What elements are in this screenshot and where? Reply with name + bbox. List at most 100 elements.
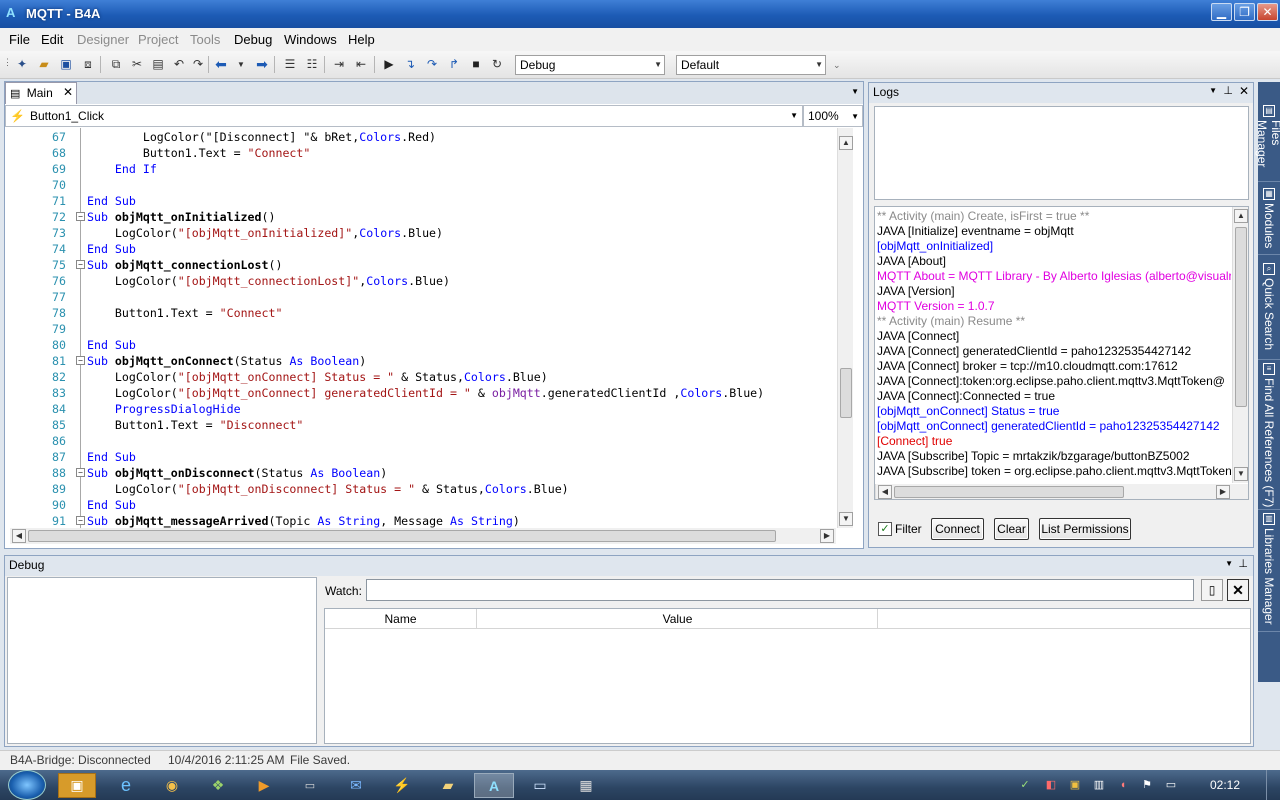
close-button[interactable]: ✕ — [1257, 3, 1278, 21]
command-prompt-icon[interactable]: ▭ — [290, 773, 330, 798]
start-button[interactable] — [8, 770, 46, 800]
code-line[interactable]: 83 LogColor("[objMqtt_onConnect] generat… — [8, 385, 836, 401]
tray-volume-icon[interactable]: ◖ — [1116, 778, 1130, 792]
code-line[interactable]: 81 − Sub objMqtt_onConnect(Status As Boole… — [8, 353, 836, 369]
minimize-button[interactable]: ▁ — [1211, 3, 1232, 21]
log-entry[interactable]: JAVA [Subscribe] Topic = mrtakzik/bzgara… — [877, 449, 1190, 464]
log-entry[interactable]: JAVA [Connect] broker = tcp://m10.cloudm… — [877, 359, 1178, 374]
clipboard-icon[interactable]: ▯ — [1201, 579, 1223, 601]
scroll-thumb[interactable] — [894, 486, 1124, 498]
save-icon[interactable]: ▣ — [58, 56, 74, 72]
code-line[interactable]: 79 — [8, 321, 836, 337]
taskbar-clock[interactable]: 02:12 — [1210, 778, 1240, 792]
run-icon[interactable]: ▶ — [381, 56, 397, 72]
indent-icon[interactable]: ⇥ — [331, 56, 347, 72]
log-entry[interactable]: JAVA [Version] — [877, 284, 955, 299]
column-value[interactable]: Value — [478, 609, 878, 629]
scroll-thumb[interactable] — [1235, 227, 1247, 407]
mail-icon[interactable]: ✉ — [336, 773, 376, 798]
side-tab-files-manager[interactable]: ▤ Files Manager — [1255, 102, 1280, 182]
code-line[interactable]: 69 End If — [8, 161, 836, 177]
tray-app-icon[interactable]: ◧ — [1044, 778, 1058, 792]
clear-button[interactable]: Clear — [994, 518, 1029, 540]
logs-vertical-scrollbar[interactable]: ▲ ▼ — [1232, 207, 1248, 483]
editor-horizontal-scrollbar[interactable]: ◀ ▶ — [10, 528, 836, 544]
code-line[interactable]: 80 End Sub — [8, 337, 836, 353]
log-entry[interactable]: ** Activity (main) Create, isFirst = tru… — [877, 209, 1089, 224]
collapse-icon[interactable]: − — [76, 516, 85, 525]
code-line[interactable]: 89 LogColor("[objMqtt_onDisconnect] Stat… — [8, 481, 836, 497]
file-explorer-icon[interactable]: ▰ — [428, 773, 468, 798]
sub-navigation-select[interactable]: ⚡ Button1_Click ▼ — [5, 105, 803, 127]
log-entry[interactable]: JAVA [Connect]:Connected = true — [877, 389, 1055, 404]
paste-icon[interactable]: ▤ — [150, 56, 166, 72]
pin-icon[interactable]: ⊥ — [1238, 557, 1248, 570]
tray-network-icon[interactable]: ▭ — [1164, 778, 1178, 792]
stop-icon[interactable]: ■ — [468, 56, 484, 72]
collapse-icon[interactable]: − — [76, 212, 85, 221]
scroll-left-icon[interactable]: ◀ — [878, 485, 892, 499]
log-entry[interactable]: JAVA [About] — [877, 254, 946, 269]
tray-office-icon[interactable]: ▣ — [1068, 778, 1082, 792]
list-permissions-button[interactable]: List Permissions — [1039, 518, 1131, 540]
collapse-icon[interactable]: − — [76, 356, 85, 365]
chrome-icon[interactable]: ◉ — [152, 773, 192, 798]
undo-icon[interactable]: ↶ — [171, 56, 187, 72]
watch-input[interactable] — [366, 579, 1194, 601]
menu-debug[interactable]: Debug — [234, 32, 272, 47]
code-area[interactable]: 67 LogColor("[Disconnect] "& bRet,Colors… — [8, 128, 836, 528]
network-app-icon[interactable]: ❖ — [198, 773, 238, 798]
log-entry[interactable]: ** Activity (main) Resume ** — [877, 314, 1025, 329]
log-entry[interactable]: [objMqtt_onInitialized] — [877, 239, 993, 254]
code-line[interactable]: 87 End Sub — [8, 449, 836, 465]
watch-table[interactable]: Name Value — [324, 608, 1251, 744]
connect-button[interactable]: Connect — [931, 518, 984, 540]
step-out-icon[interactable]: ↱ — [446, 56, 462, 72]
code-line[interactable]: 75 − Sub objMqtt_connectionLost() — [8, 257, 836, 273]
code-line[interactable]: 86 — [8, 433, 836, 449]
menu-edit[interactable]: Edit — [41, 32, 63, 47]
close-panel-icon[interactable]: ✕ — [1239, 84, 1249, 98]
build-config-select[interactable]: Debug ▼ — [515, 55, 665, 75]
collapse-icon[interactable]: − — [76, 260, 85, 269]
menu-windows[interactable]: Windows — [284, 32, 337, 47]
log-entry[interactable]: JAVA [Connect] — [877, 329, 959, 344]
code-line[interactable]: 77 — [8, 289, 836, 305]
show-desktop-button[interactable] — [1266, 770, 1280, 800]
scroll-right-icon[interactable]: ▶ — [820, 529, 834, 543]
b4a-taskbar-icon[interactable]: A — [474, 773, 514, 798]
media-player-icon[interactable]: ▶ — [244, 773, 284, 798]
column-name[interactable]: Name — [325, 609, 477, 629]
side-tab-find-all-references[interactable]: ≡ Find All References (F7) — [1258, 360, 1280, 510]
side-tab-libraries-manager[interactable]: ▥ Libraries Manager — [1258, 510, 1280, 632]
code-line[interactable]: 74 End Sub — [8, 241, 836, 257]
clear-watch-icon[interactable]: ✕ — [1227, 579, 1249, 601]
code-line[interactable]: 71 End Sub — [8, 193, 836, 209]
panel-menu-icon[interactable]: ▼ — [1209, 86, 1217, 95]
code-line[interactable]: 88 − Sub objMqtt_onDisconnect(Status As Bo… — [8, 465, 836, 481]
log-entry[interactable]: JAVA [Initialize] eventname = objMqtt — [877, 224, 1074, 239]
code-line[interactable]: 91 − Sub objMqtt_messageArrived(Topic As S… — [8, 513, 836, 528]
uncomment-block-icon[interactable]: ☷ — [304, 56, 320, 72]
taskbar-app-icon[interactable]: ▣ — [58, 773, 96, 798]
editor-vertical-scrollbar[interactable]: ▲ ▼ — [837, 128, 853, 528]
tab-list-icon[interactable]: ▼ — [851, 87, 859, 96]
copy-icon[interactable]: ⧉ — [108, 56, 124, 72]
log-list[interactable]: ** Activity (main) Create, isFirst = tru… — [874, 206, 1249, 500]
redo-icon[interactable]: ↷ — [190, 56, 206, 72]
log-entry[interactable]: JAVA [Connect] generatedClientId = paho1… — [877, 344, 1191, 359]
tray-security-icon[interactable]: ✓ — [1018, 778, 1032, 792]
side-tab-quick-search[interactable]: ⌕ Quick Search — [1258, 260, 1280, 360]
menu-tools[interactable]: Tools — [190, 32, 220, 47]
scroll-up-icon[interactable]: ▲ — [1234, 209, 1248, 223]
zoom-select[interactable]: 100% ▼ — [803, 105, 863, 127]
log-entry[interactable]: JAVA [Subscribe] token = org.eclipse.pah… — [877, 464, 1231, 479]
log-entry[interactable]: MQTT Version = 1.0.7 — [877, 299, 995, 314]
navigate-back-icon[interactable]: ⬅ — [213, 56, 229, 72]
pin-icon[interactable]: ⊥ — [1223, 84, 1233, 97]
log-entry[interactable]: [objMqtt_onConnect] Status = true — [877, 404, 1059, 419]
code-line[interactable]: 70 — [8, 177, 836, 193]
menu-help[interactable]: Help — [348, 32, 375, 47]
code-line[interactable]: 73 LogColor("[objMqtt_onInitialized]",Co… — [8, 225, 836, 241]
save-all-icon[interactable]: ⧈ — [80, 56, 96, 72]
